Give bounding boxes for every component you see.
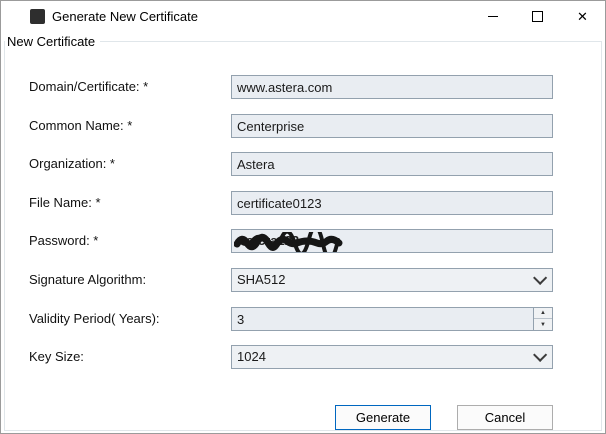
close-button[interactable]: ✕ xyxy=(560,1,605,32)
signature-algorithm-value: SHA512 xyxy=(237,269,533,291)
validity-period-field: ▲ ▼ xyxy=(231,307,553,331)
form-row: Domain/Certificate: * xyxy=(1,75,606,99)
group-label: New Certificate xyxy=(5,34,100,49)
form-row: Signature Algorithm: SHA512 xyxy=(1,268,606,292)
key-size-value: 1024 xyxy=(237,346,533,368)
common-name-label: Common Name: * xyxy=(29,114,132,138)
maximize-button[interactable] xyxy=(515,1,560,32)
spinner-down-button[interactable]: ▼ xyxy=(534,319,552,330)
password-value: Astera123 xyxy=(237,233,299,248)
dialog-window: Generate New Certificate ✕ New Certifica… xyxy=(0,0,606,434)
chevron-down-icon xyxy=(533,348,547,362)
form-row: Validity Period( Years): ▲ ▼ xyxy=(1,307,606,331)
chevron-down-icon xyxy=(533,271,547,285)
validity-period-input[interactable] xyxy=(231,307,553,331)
signature-algorithm-select[interactable]: SHA512 xyxy=(231,268,553,292)
key-size-label: Key Size: xyxy=(29,345,84,369)
generate-button[interactable]: Generate xyxy=(335,405,431,430)
password-label: Password: * xyxy=(29,229,98,253)
validity-period-label: Validity Period( Years): xyxy=(29,307,160,331)
minimize-icon xyxy=(488,16,498,17)
cancel-button[interactable]: Cancel xyxy=(457,405,553,430)
key-size-select[interactable]: 1024 xyxy=(231,345,553,369)
close-icon: ✕ xyxy=(577,10,588,23)
minimize-button[interactable] xyxy=(470,1,515,32)
app-icon xyxy=(30,9,45,24)
window-controls: ✕ xyxy=(470,1,605,32)
validity-spinner: ▲ ▼ xyxy=(533,308,552,330)
title-bar: Generate New Certificate ✕ xyxy=(1,1,605,32)
spinner-down-icon: ▼ xyxy=(540,322,546,328)
domain-certificate-input[interactable] xyxy=(231,75,553,99)
organization-input[interactable] xyxy=(231,152,553,176)
maximize-icon xyxy=(532,11,543,22)
spinner-up-button[interactable]: ▲ xyxy=(534,308,552,319)
window-title: Generate New Certificate xyxy=(52,9,198,24)
form-row: Key Size: 1024 xyxy=(1,345,606,369)
form-row: Organization: * xyxy=(1,152,606,176)
file-name-label: File Name: * xyxy=(29,191,101,215)
form-row: File Name: * xyxy=(1,191,606,215)
common-name-input[interactable] xyxy=(231,114,553,138)
spinner-up-icon: ▲ xyxy=(540,310,546,316)
form-row: Common Name: * xyxy=(1,114,606,138)
password-input[interactable]: Astera123 xyxy=(231,229,553,253)
signature-algorithm-label: Signature Algorithm: xyxy=(29,268,146,292)
organization-label: Organization: * xyxy=(29,152,115,176)
file-name-input[interactable] xyxy=(231,191,553,215)
domain-certificate-label: Domain/Certificate: * xyxy=(29,75,148,99)
form-row: Password: * Astera123 xyxy=(1,229,606,253)
